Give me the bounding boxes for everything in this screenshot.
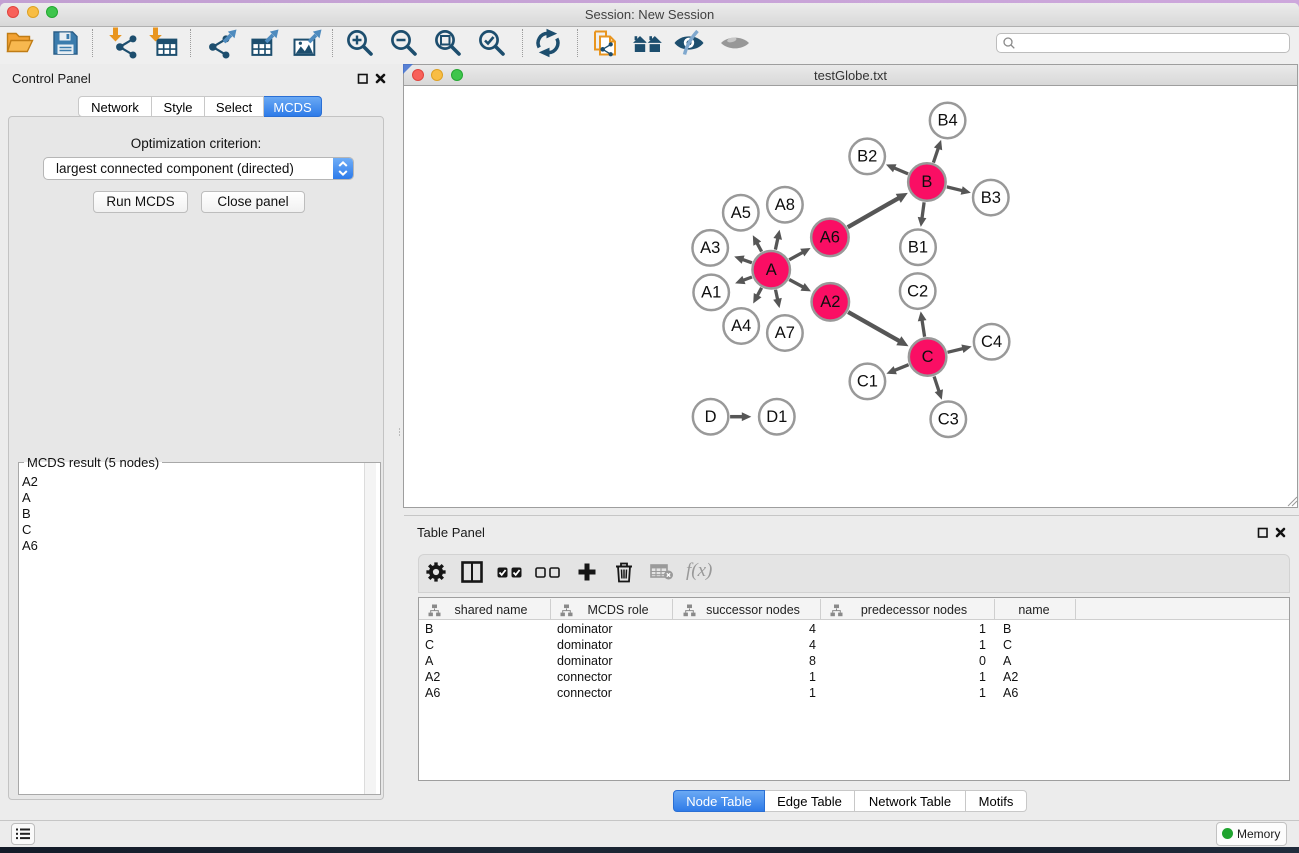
svg-text:C1: C1 <box>857 373 878 391</box>
svg-text:A6: A6 <box>820 229 840 247</box>
svg-text:A2: A2 <box>820 293 840 311</box>
svg-text:A7: A7 <box>775 324 795 342</box>
svg-text:B3: B3 <box>981 189 1001 207</box>
svg-text:B4: B4 <box>938 112 958 130</box>
svg-text:A8: A8 <box>775 196 795 214</box>
svg-text:A3: A3 <box>700 239 720 257</box>
svg-text:C2: C2 <box>907 282 928 300</box>
svg-text:A1: A1 <box>701 284 721 302</box>
svg-text:B: B <box>921 173 932 191</box>
svg-text:C: C <box>922 348 934 366</box>
svg-text:C4: C4 <box>981 333 1002 351</box>
svg-text:B2: B2 <box>857 148 877 166</box>
svg-text:C3: C3 <box>938 410 959 428</box>
svg-text:D1: D1 <box>766 408 787 426</box>
svg-text:A5: A5 <box>731 204 751 222</box>
svg-text:A4: A4 <box>731 317 751 335</box>
svg-text:A: A <box>766 261 777 279</box>
svg-text:D: D <box>705 408 717 426</box>
svg-text:B1: B1 <box>908 238 928 256</box>
